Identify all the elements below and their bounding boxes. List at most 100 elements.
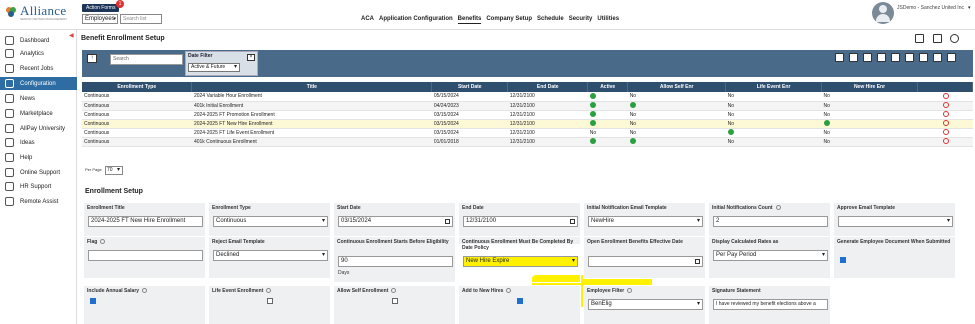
- col-allow-self-enr[interactable]: Allow Self Enr: [627, 82, 727, 92]
- document-icon[interactable]: [933, 34, 942, 43]
- delete-row-icon[interactable]: [942, 102, 949, 109]
- table-row[interactable]: Continuous 401k Initial Enrollment 04/24/2…: [82, 101, 973, 111]
- ideas-icon: [5, 138, 14, 147]
- init-email-select[interactable]: NewHire ▾: [588, 216, 703, 227]
- chevron-down-icon: ▾: [113, 16, 116, 22]
- sidebar-item-hr-support[interactable]: HR Support: [0, 180, 77, 193]
- approve-email-select[interactable]: ▾: [838, 216, 953, 227]
- sidebar-item-dashboard[interactable]: Dashboard: [0, 34, 77, 47]
- info-icon[interactable]: [266, 288, 272, 294]
- user-menu[interactable]: JSDemo - Sanchez United Inc ▾: [872, 2, 972, 26]
- sidebar-item-analytics[interactable]: Analytics: [0, 47, 77, 60]
- nav-company-setup[interactable]: Company Setup: [486, 14, 532, 24]
- col-title[interactable]: Title: [191, 82, 433, 92]
- col-life-event-enr[interactable]: Life Event Enr: [725, 82, 823, 92]
- nav-schedule[interactable]: Schedule: [537, 14, 564, 24]
- collapse-up-icon[interactable]: ↑: [87, 54, 97, 63]
- export-icon[interactable]: [891, 53, 900, 62]
- columns-icon[interactable]: [933, 53, 942, 62]
- delete-row-icon[interactable]: [942, 120, 949, 127]
- emp-filter-select[interactable]: BenElig ▾: [588, 299, 703, 310]
- info-icon[interactable]: [100, 239, 106, 245]
- save-icon[interactable]: [835, 53, 844, 62]
- print-icon[interactable]: [905, 53, 914, 62]
- signature-input[interactable]: I have reviewed my benefit elections abo…: [713, 299, 828, 310]
- info-icon[interactable]: [506, 288, 512, 294]
- chevron-down-icon: ▾: [116, 167, 120, 173]
- delete-row-icon[interactable]: [942, 111, 949, 118]
- rates-select[interactable]: Per Pay Period ▾: [713, 250, 828, 261]
- settings-icon[interactable]: [947, 53, 956, 62]
- calendar-icon[interactable]: [445, 219, 450, 224]
- init-count-input[interactable]: 2: [713, 216, 828, 227]
- sidebar-item-ideas[interactable]: Ideas: [0, 136, 77, 149]
- nav-application-configuration[interactable]: Application Configuration: [379, 14, 453, 24]
- table-row[interactable]: Continuous 2024-2025 FT Life Event Enroll…: [82, 128, 973, 138]
- history-icon[interactable]: [950, 34, 959, 43]
- sidebar-item-allpay-university[interactable]: AllPay University: [0, 122, 77, 135]
- reject-email-select[interactable]: Declined ▾: [213, 250, 328, 261]
- enrollment-title-input[interactable]: 2024-2025 FT New Hire Enrollment: [88, 216, 203, 227]
- sidebar-item-remote-assist[interactable]: Remote Assist: [0, 195, 77, 208]
- delete-row-icon[interactable]: [942, 93, 949, 100]
- chevron-down-icon: ▾: [968, 5, 971, 11]
- action-forms-button[interactable]: Action Forms: [82, 4, 120, 12]
- table-row[interactable]: Continuous 2024 Variable Hour Enrollment 0…: [82, 92, 973, 102]
- start-date-input[interactable]: 03/15/2024: [338, 216, 453, 227]
- add-icon[interactable]: [849, 53, 858, 62]
- nav-security[interactable]: Security: [569, 14, 593, 24]
- enrollment-type-select[interactable]: Continuous ▾: [213, 216, 328, 227]
- table-search-input[interactable]: Search: [110, 54, 183, 65]
- nav-benefits[interactable]: Benefits: [457, 14, 482, 24]
- close-filter-icon[interactable]: ×: [247, 54, 255, 61]
- end-date-input[interactable]: 12/31/2100: [463, 216, 578, 227]
- date-filter-select[interactable]: Active & Future ▾: [188, 63, 240, 72]
- life-event-checkbox[interactable]: [267, 298, 273, 304]
- sidebar-item-help[interactable]: Help: [0, 151, 77, 164]
- info-icon[interactable]: [391, 288, 397, 294]
- sidebar-item-recent-jobs[interactable]: Recent Jobs: [0, 62, 77, 75]
- col-start-date[interactable]: Start Date: [431, 82, 509, 92]
- new-hires-checkbox[interactable]: [517, 298, 523, 304]
- nav-aca[interactable]: ACA: [361, 14, 374, 24]
- sidebar-item-marketplace[interactable]: Marketplace: [0, 107, 77, 120]
- table-row[interactable]: Continuous 2024-2025 FT New Hire Enrollme…: [82, 119, 973, 129]
- info-icon[interactable]: [627, 288, 633, 294]
- sidebar-item-configuration[interactable]: Configuration: [0, 77, 77, 90]
- table-cell: [917, 92, 973, 102]
- starts-before-input[interactable]: 90: [338, 256, 453, 267]
- self-enroll-checkbox[interactable]: [392, 298, 398, 304]
- grid-view-icon[interactable]: [915, 34, 924, 43]
- delete-row-icon[interactable]: [942, 129, 949, 136]
- employee-select[interactable]: Employees ▾: [82, 14, 118, 24]
- col-end-date[interactable]: End Date: [507, 82, 589, 92]
- col-new-hire-enr[interactable]: New Hire Enr: [821, 82, 918, 92]
- completed-by-select[interactable]: New Hire Expire ▾: [463, 256, 578, 267]
- days-label: Days: [338, 270, 350, 276]
- table-row[interactable]: Continuous 401k Continuous Enrollment 01/0…: [82, 137, 973, 147]
- col-active[interactable]: Active: [587, 82, 629, 92]
- gen-doc-checkbox[interactable]: [840, 257, 846, 263]
- calendar-icon[interactable]: [695, 259, 700, 264]
- global-search-input[interactable]: Search list: [120, 14, 162, 24]
- table-row[interactable]: Continuous 2024-2025 FT Promotion Enrollm…: [82, 110, 973, 120]
- chevron-down-icon: ▾: [233, 64, 237, 70]
- alliance-logo[interactable]: Alliance SENIOR CENTER MANAGEMENT: [4, 3, 80, 23]
- per-page-select[interactable]: 70 ▾: [105, 166, 123, 175]
- open-effective-input[interactable]: [588, 256, 703, 267]
- page-title: Benefit Enrollment Setup: [81, 35, 165, 42]
- delete-icon[interactable]: [863, 53, 872, 62]
- salary-checkbox[interactable]: [90, 298, 96, 304]
- filter-icon[interactable]: [919, 53, 928, 62]
- nav-utilities[interactable]: Utilities: [597, 14, 619, 24]
- info-icon[interactable]: [142, 288, 148, 294]
- sidebar-item-online-support[interactable]: Online Support: [0, 166, 77, 179]
- copy-icon[interactable]: [877, 53, 886, 62]
- col-enrollment-type[interactable]: Enrollment Type: [82, 82, 193, 92]
- sidebar-item-news[interactable]: News: [0, 92, 77, 105]
- info-icon[interactable]: [775, 205, 781, 211]
- flag-input[interactable]: [88, 250, 203, 261]
- calendar-icon[interactable]: [570, 219, 575, 224]
- table-cell: 12/31/2100: [507, 101, 588, 111]
- delete-row-icon[interactable]: [942, 138, 949, 145]
